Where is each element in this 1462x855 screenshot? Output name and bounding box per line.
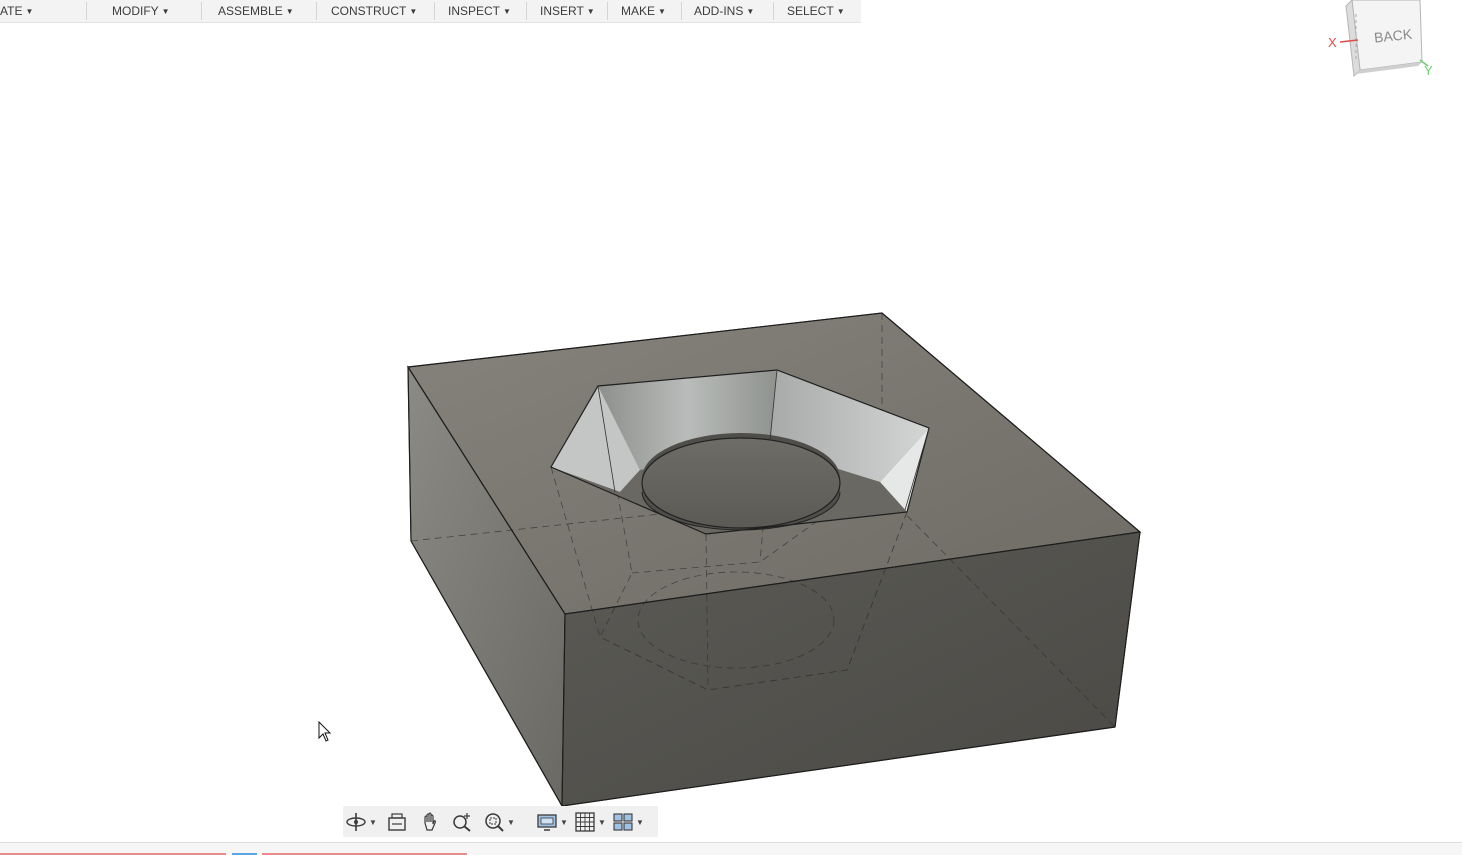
cylinder-boss-top[interactable] [641, 437, 841, 529]
navigation-toolbar: ▼ ▼ ▼ ▼ ▼ [343, 806, 658, 837]
menu-divider [773, 2, 774, 20]
menu-modify-label: MODIFY [112, 4, 159, 18]
look-at-icon [388, 813, 406, 831]
display-settings-button[interactable]: ▼ [536, 810, 568, 834]
menu-add-ins[interactable]: ADD-INS ▼ [694, 0, 754, 22]
menu-create-label: ATE [0, 4, 23, 18]
menu-divider [316, 2, 317, 20]
view-cube[interactable]: BACK X Y [1322, 0, 1442, 85]
menu-inspect[interactable]: INSPECT ▼ [448, 0, 511, 22]
x-axis-label: X [1328, 35, 1337, 50]
chevron-down-icon: ▼ [503, 6, 511, 16]
menu-modify[interactable]: MODIFY ▼ [112, 0, 170, 22]
mouse-cursor-icon [318, 721, 332, 742]
chevron-down-icon: ▼ [25, 6, 34, 16]
orbit-button[interactable]: ▼ [345, 810, 377, 834]
menu-insert-label: INSERT [540, 4, 584, 18]
view-cube-graphic[interactable]: BACK X Y [1322, 0, 1442, 85]
y-axis-label: Y [1424, 63, 1433, 78]
display-settings-icon [537, 814, 557, 831]
menu-make-label: MAKE [621, 4, 656, 18]
zoom-icon [453, 813, 471, 832]
menu-insert[interactable]: INSERT ▼ [540, 0, 595, 22]
toolbar-ribbon: ATE ▼ MODIFY ▼ ASSEMBLE ▼ CONSTRUCT ▼ INSPEC… [0, 0, 861, 23]
menu-divider [201, 2, 202, 20]
viewports-button[interactable]: ▼ [612, 810, 644, 834]
menu-make[interactable]: MAKE ▼ [621, 0, 666, 22]
chevron-down-icon: ▼ [507, 817, 515, 827]
chevron-down-icon: ▼ [409, 6, 418, 16]
menu-divider [434, 2, 435, 20]
chevron-down-icon: ▼ [658, 6, 666, 16]
status-bar [0, 842, 1462, 855]
canvas-viewport[interactable] [0, 22, 1462, 842]
menu-add-ins-label: ADD-INS [694, 4, 744, 18]
chevron-down-icon: ▼ [369, 817, 377, 827]
model-canvas[interactable] [0, 22, 1462, 842]
fit-zoom-icon [485, 813, 504, 832]
viewports-icon [613, 813, 633, 831]
menu-inspect-label: INSPECT [448, 4, 501, 18]
grid-icon [575, 812, 595, 832]
menu-divider [681, 2, 682, 20]
orbit-icon [346, 813, 366, 831]
menu-divider [526, 2, 527, 20]
grid-settings-button[interactable]: ▼ [574, 810, 606, 834]
chevron-down-icon: ▼ [746, 6, 755, 16]
pan-button[interactable] [419, 810, 441, 834]
menu-select[interactable]: SELECT ▼ [787, 0, 845, 22]
menu-divider [607, 2, 608, 20]
zoom-button[interactable] [451, 810, 473, 834]
menu-assemble-label: ASSEMBLE [218, 4, 283, 18]
menu-divider [86, 2, 87, 20]
fit-zoom-button[interactable]: ▼ [483, 810, 515, 834]
chevron-down-icon: ▼ [836, 6, 845, 16]
chevron-down-icon: ▼ [560, 817, 568, 827]
menu-assemble[interactable]: ASSEMBLE ▼ [218, 0, 294, 22]
menu-construct[interactable]: CONSTRUCT ▼ [331, 0, 417, 22]
chevron-down-icon: ▼ [636, 817, 644, 827]
look-at-button[interactable] [386, 810, 408, 834]
chevron-down-icon: ▼ [161, 6, 170, 16]
chevron-down-icon: ▼ [285, 6, 294, 16]
menu-create[interactable]: ATE ▼ [0, 0, 33, 22]
pan-hand-icon [424, 812, 436, 831]
menu-construct-label: CONSTRUCT [331, 4, 407, 18]
fusion-app-window: ATE ▼ MODIFY ▼ ASSEMBLE ▼ CONSTRUCT ▼ INSPEC… [0, 0, 1462, 855]
chevron-down-icon: ▼ [598, 817, 606, 827]
chevron-down-icon: ▼ [586, 6, 595, 16]
menu-select-label: SELECT [787, 4, 834, 18]
